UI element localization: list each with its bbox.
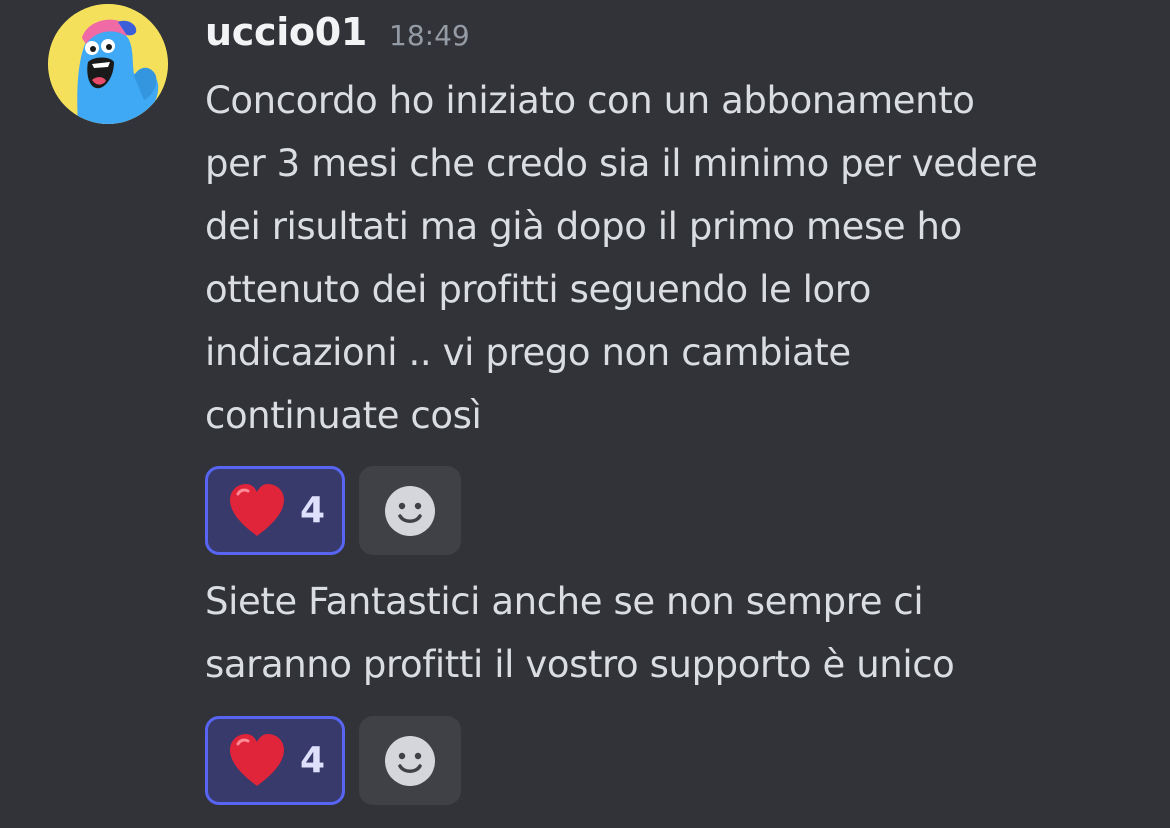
- timestamp[interactable]: 18:49: [389, 19, 470, 52]
- message-header: uccio01 18:49: [205, 10, 470, 70]
- reaction-heart[interactable]: 4: [205, 716, 345, 805]
- reaction-count: 4: [300, 490, 326, 531]
- heart-emoji-icon: [230, 733, 284, 786]
- add-reaction-button[interactable]: [359, 466, 461, 555]
- reaction-count: 4: [300, 740, 326, 781]
- reactions-bar: 4: [205, 716, 461, 805]
- message-text: Siete Fantastici anche se non sempre ci …: [205, 580, 955, 686]
- add-reaction-button[interactable]: [359, 716, 461, 805]
- reactions-bar: 4: [205, 466, 461, 555]
- add-reaction-smiley-icon: [385, 735, 435, 786]
- message-text: Concordo ho iniziato con un abbonamento …: [205, 79, 1038, 437]
- blue-monster-avatar-icon: [48, 4, 168, 124]
- heart-emoji-icon: [230, 483, 284, 536]
- user-avatar[interactable]: [48, 4, 168, 124]
- message-group: uccio01 18:49 Concordo ho iniziato con u…: [0, 0, 1170, 828]
- add-reaction-smiley-icon: [385, 485, 435, 536]
- username[interactable]: uccio01: [205, 10, 367, 54]
- reaction-heart[interactable]: 4: [205, 466, 345, 555]
